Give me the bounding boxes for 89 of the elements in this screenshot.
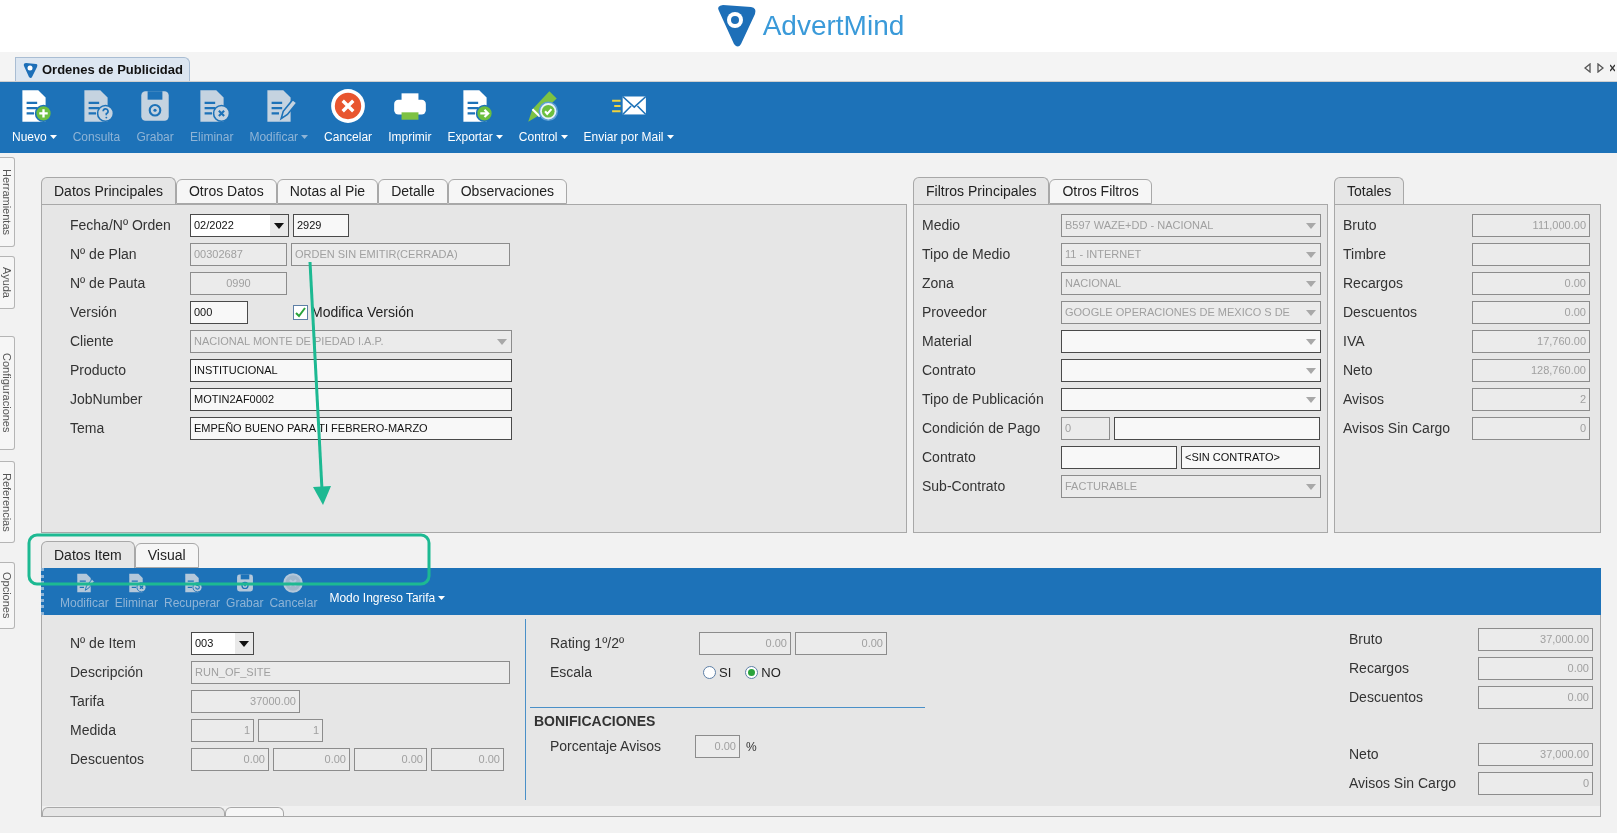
document-tab[interactable]: Ordenes de Publicidad: [15, 57, 190, 81]
radio-label: SI: [719, 663, 732, 682]
dropdown-field[interactable]: 02/2022: [190, 214, 289, 237]
field-label: Neto: [1349, 745, 1380, 764]
field-label: Neto: [1343, 361, 1374, 380]
dropdown-field[interactable]: 003: [191, 632, 254, 655]
toolbar-button[interactable]: Nuevo: [10, 87, 59, 146]
toolbar-button[interactable]: Control: [516, 87, 570, 146]
side-tab[interactable]: Herramientas: [0, 157, 15, 247]
input-field[interactable]: 000: [190, 301, 248, 324]
field-label: Avisos Sin Cargo: [1349, 774, 1458, 793]
toolbar-button[interactable]: Cancelar: [322, 87, 375, 146]
side-tab[interactable]: Configuraciones: [0, 336, 15, 450]
field-label: Zona: [922, 274, 955, 293]
field-label: JobNumber: [70, 390, 144, 409]
tab[interactable]: Otros Datos: [175, 179, 277, 204]
tab[interactable]: Visual: [134, 543, 199, 568]
tab[interactable]: Otros Filtros: [1049, 179, 1152, 204]
field-label: Recargos: [1343, 274, 1404, 293]
toolbar-button[interactable]: Imprimir: [386, 87, 434, 146]
field-label: Tipo de Publicación: [922, 390, 1045, 409]
input-field[interactable]: INSTITUCIONAL: [190, 359, 512, 382]
input-field[interactable]: [1061, 446, 1177, 469]
input-field[interactable]: 2929: [293, 214, 349, 237]
field-label: Descripción: [70, 663, 145, 682]
toolbar-button[interactable]: Enviar por Mail: [581, 87, 676, 146]
section-heading: BONIFICACIONES: [534, 712, 657, 731]
field-label: Versión: [70, 303, 118, 322]
field-label: Escala: [549, 663, 594, 682]
field-label: Recargos: [1349, 659, 1410, 678]
logo-text: AdvertMind: [762, 9, 905, 43]
field-label: Bruto: [1343, 216, 1378, 235]
dropdown-field[interactable]: [1061, 330, 1321, 353]
field-label: Rating 1º/2º: [549, 634, 626, 653]
tab[interactable]: Notas al Pie: [276, 179, 379, 204]
field-label: Sub-Contrato: [922, 477, 1007, 496]
input-field[interactable]: EMPEÑO BUENO PARA TI FEBRERO-MARZO: [190, 417, 512, 440]
field-label: Timbre: [1343, 245, 1388, 264]
tab[interactable]: Filtros Principales: [913, 177, 1050, 204]
close-icon[interactable]: [1610, 63, 1615, 73]
side-tab[interactable]: Ayuda: [0, 256, 15, 309]
field-label: Medio: [922, 216, 962, 235]
unit-label: %: [746, 738, 757, 756]
toolbar-button[interactable]: Modo Ingreso Tarifa: [329, 588, 446, 607]
dropdown-field[interactable]: [1061, 388, 1321, 411]
field-label: Cliente: [70, 332, 115, 351]
field-label: Avisos: [1343, 390, 1385, 409]
tab[interactable]: Datos Item: [41, 541, 135, 568]
field-label: Descuentos: [70, 750, 145, 769]
field-label: Producto: [70, 361, 128, 380]
field-label: Tipo de Medio: [922, 245, 1012, 264]
radio-button[interactable]: [745, 666, 759, 679]
field-label: Nº de Pauta: [70, 274, 147, 293]
toolbar-button[interactable]: Exportar: [445, 87, 505, 146]
field-label: Medida: [70, 721, 117, 740]
field-label: IVA: [1343, 332, 1366, 351]
tab[interactable]: Detalle: [378, 179, 448, 204]
input-field[interactable]: [1114, 417, 1320, 440]
field-label: Condición de Pago: [922, 419, 1042, 438]
tab[interactable]: Totales: [1334, 177, 1405, 204]
field-label: Proveedor: [922, 303, 988, 322]
tab-icon: [22, 61, 38, 78]
field-label: Nº de Item: [70, 634, 137, 653]
dropdown-field[interactable]: [1061, 359, 1321, 382]
field-label: Contrato: [922, 361, 977, 380]
field-label: Bruto: [1349, 630, 1384, 649]
field-label: Tarifa: [70, 692, 106, 711]
field-label: Porcentaje Avisos: [549, 737, 663, 756]
cancel-icon: [329, 87, 368, 125]
field-label: Contrato: [922, 448, 977, 467]
cancel-icon: [282, 571, 305, 594]
side-tab[interactable]: Opciones: [0, 562, 15, 629]
side-tab[interactable]: Referencias: [0, 461, 15, 543]
checkbox[interactable]: [293, 305, 308, 320]
field-label: Fecha/Nº Orden: [70, 216, 172, 235]
tab[interactable]: Observaciones: [447, 179, 568, 204]
scroll-right-icon[interactable]: [1597, 63, 1604, 73]
scroll-left-icon[interactable]: [1584, 63, 1591, 73]
field-label: Tema: [70, 419, 106, 438]
field-label: Nº de Plan: [70, 245, 138, 264]
input-field[interactable]: MOTIN2AF0002: [190, 388, 512, 411]
field-label: Avisos Sin Cargo: [1343, 419, 1452, 438]
radio-label: NO: [761, 663, 781, 682]
field-label: Material: [922, 332, 973, 351]
field-label: Descuentos: [1349, 688, 1424, 707]
input-field[interactable]: <SIN CONTRATO>: [1181, 446, 1320, 469]
tab[interactable]: Datos Principales: [41, 177, 176, 204]
radio-button[interactable]: [703, 666, 716, 679]
field-label: Descuentos: [1343, 303, 1418, 322]
